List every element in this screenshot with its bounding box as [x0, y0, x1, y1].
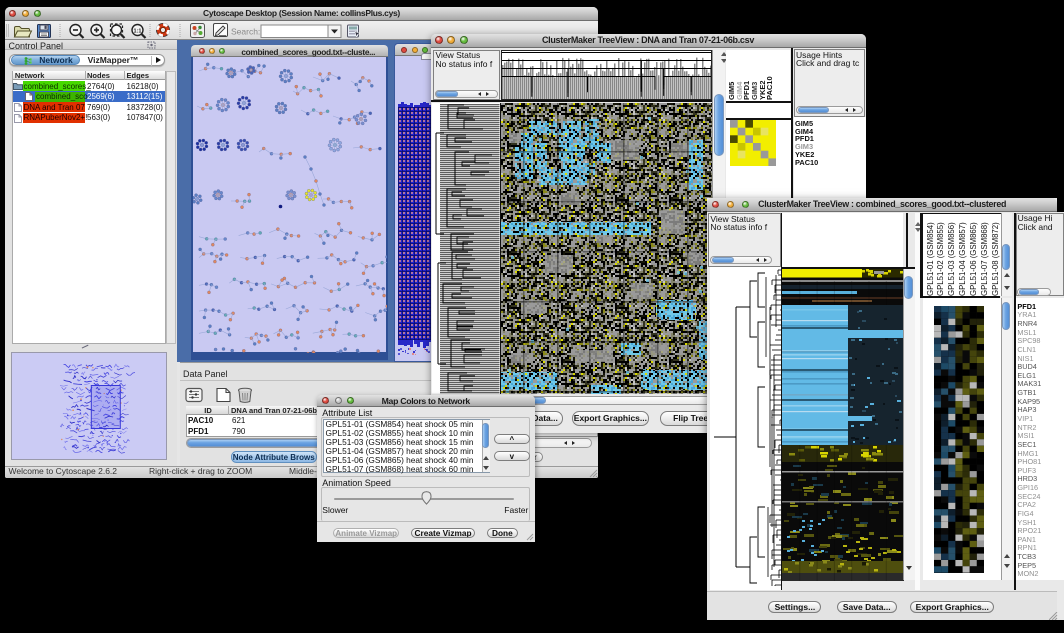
svg-text:Search:: Search: — [231, 27, 260, 37]
svg-text:1:1: 1:1 — [134, 28, 142, 34]
